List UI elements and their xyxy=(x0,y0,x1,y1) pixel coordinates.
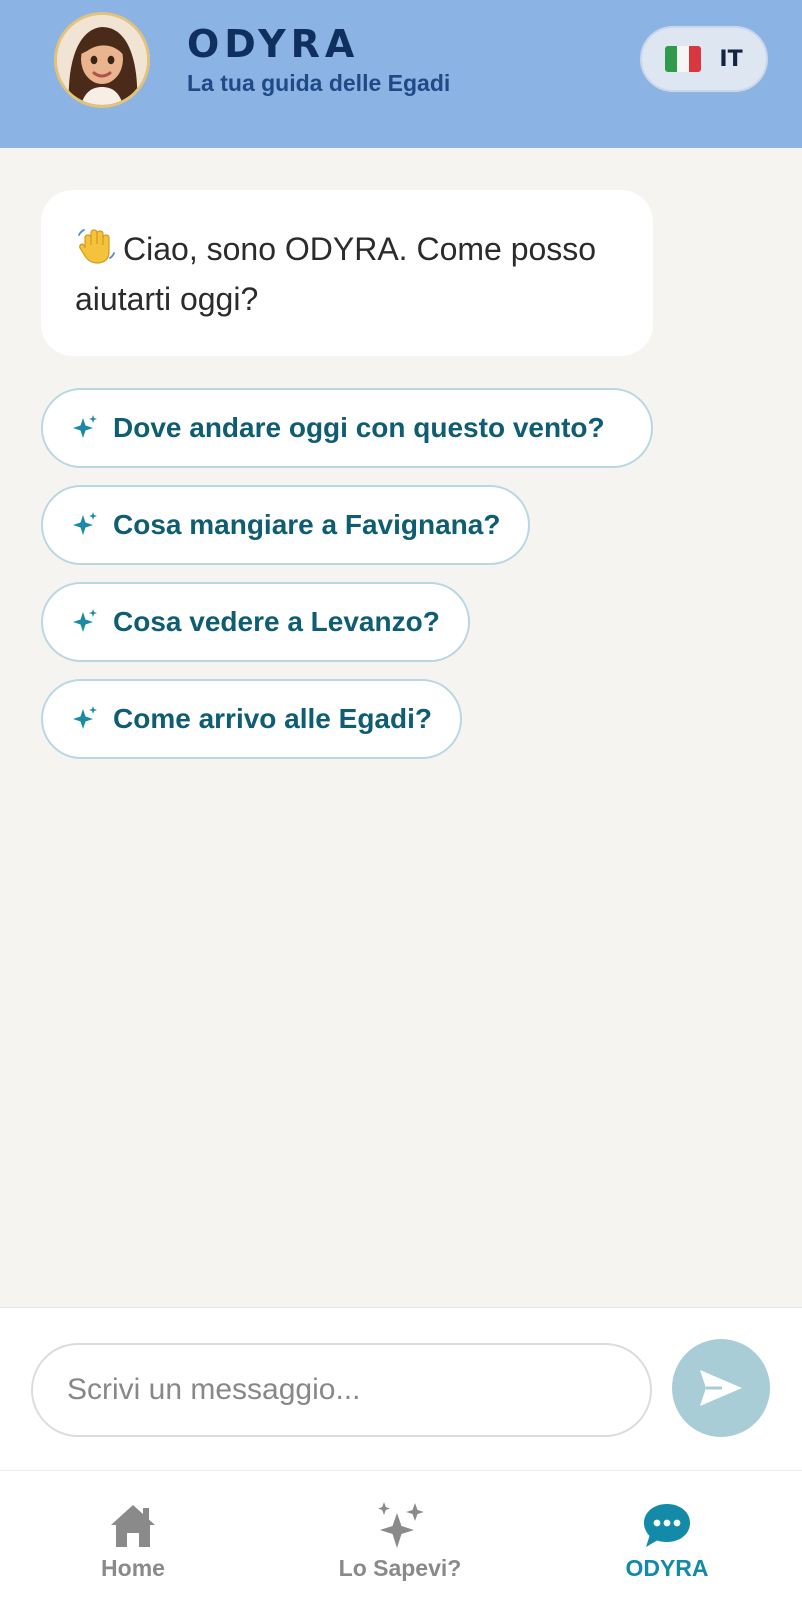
suggestion-chip[interactable]: Come arrivo alle Egadi? xyxy=(41,679,462,759)
app-subtitle: La tua guida delle Egadi xyxy=(187,70,451,96)
suggestion-label: Cosa vedere a Levanzo? xyxy=(113,606,440,637)
tab-home[interactable]: Home xyxy=(43,1499,223,1582)
suggestion-chip[interactable]: Cosa mangiare a Favignana? xyxy=(41,485,531,565)
tab-label: Home xyxy=(101,1555,165,1581)
sparkles-icon xyxy=(378,1502,424,1548)
suggestion-label: Come arrivo alle Egadi? xyxy=(113,703,432,734)
sparkle-icon xyxy=(73,512,97,535)
language-code: IT xyxy=(719,46,743,72)
tab-label: ODYRA xyxy=(625,1555,709,1581)
tab-odyra[interactable]: ODYRA xyxy=(577,1499,757,1582)
avatar-illustration xyxy=(57,15,147,105)
suggestion-label: Cosa mangiare a Favignana? xyxy=(113,509,501,540)
suggestion-label: Dove andare oggi con questo vento? xyxy=(113,412,605,443)
app-header: ODYRA La tua guida delle Egadi IT xyxy=(0,0,802,148)
chat-bubble-icon xyxy=(644,1504,690,1547)
composer-bar xyxy=(0,1307,802,1470)
italy-flag-icon xyxy=(665,46,702,72)
assistant-avatar xyxy=(54,12,150,108)
suggestion-chip[interactable]: Dove andare oggi con questo vento? xyxy=(41,388,653,468)
suggestion-chip[interactable]: Cosa vedere a Levanzo? xyxy=(41,582,470,662)
tab-label: Lo Sapevi? xyxy=(338,1555,462,1581)
assistant-message-bubble: Ciao, sono ODYRA. Come posso aiutarti og… xyxy=(41,190,653,356)
bottom-tab-bar: Home Lo Sapevi? ODYRA xyxy=(0,1470,802,1600)
waving-hand-icon xyxy=(78,229,115,264)
sparkle-icon xyxy=(73,609,97,632)
language-selector-button[interactable]: IT xyxy=(640,26,768,92)
app-title: ODYRA xyxy=(187,22,360,66)
send-button[interactable] xyxy=(672,1339,770,1437)
message-input[interactable] xyxy=(31,1343,652,1437)
send-icon xyxy=(700,1370,742,1406)
sparkle-icon xyxy=(73,706,97,729)
tab-lo-sapevi[interactable]: Lo Sapevi? xyxy=(310,1499,490,1582)
sparkle-icon xyxy=(73,415,97,438)
home-icon xyxy=(111,1505,155,1547)
brand: ODYRA La tua guida delle Egadi xyxy=(187,22,450,97)
greeting-text: Ciao, sono ODYRA. Come posso aiutarti og… xyxy=(75,231,597,317)
